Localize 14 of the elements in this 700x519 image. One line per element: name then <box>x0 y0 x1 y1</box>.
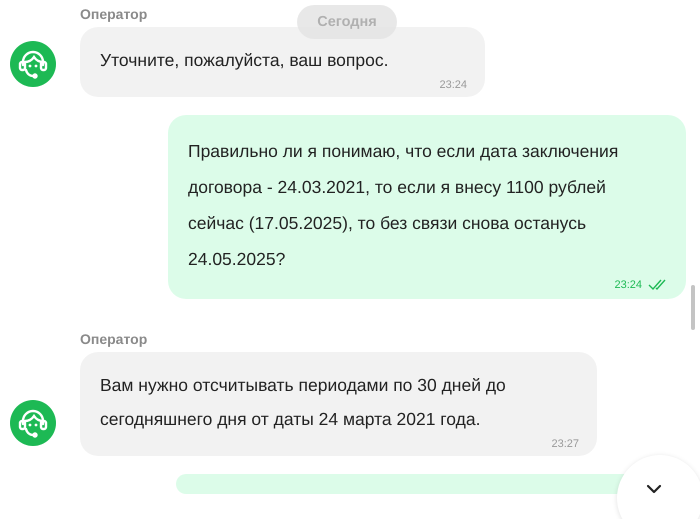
message-text: Вам нужно отсчитывать периодами по 30 дней до сегодняшнего дня от даты 24 марта 2021 года. <box>100 374 507 431</box>
message-text: Правильно ли я понимаю, что если дата заключения договора - 24.03.2021, то если я внесу 1100 рублей сейчас (17.05.2025), то без связи снова останусь 24.05.2025? <box>188 140 620 271</box>
message-time: 23:27 <box>551 438 579 450</box>
message-time: 23:24 <box>439 79 467 91</box>
date-chip: Сегодня <box>297 5 397 39</box>
scrollbar-thumb[interactable] <box>691 285 695 330</box>
chevron-down-icon <box>646 484 662 494</box>
message-text: Уточните, пожалуйста, ваш вопрос. <box>100 49 390 72</box>
message-time: 23:24 <box>614 279 642 291</box>
scroll-down-button[interactable] <box>617 455 700 519</box>
sender-name: Оператор <box>80 331 148 347</box>
operator-avatar-icon <box>10 400 56 446</box>
operator-avatar-icon <box>10 41 56 87</box>
sender-name: Оператор <box>80 6 148 22</box>
